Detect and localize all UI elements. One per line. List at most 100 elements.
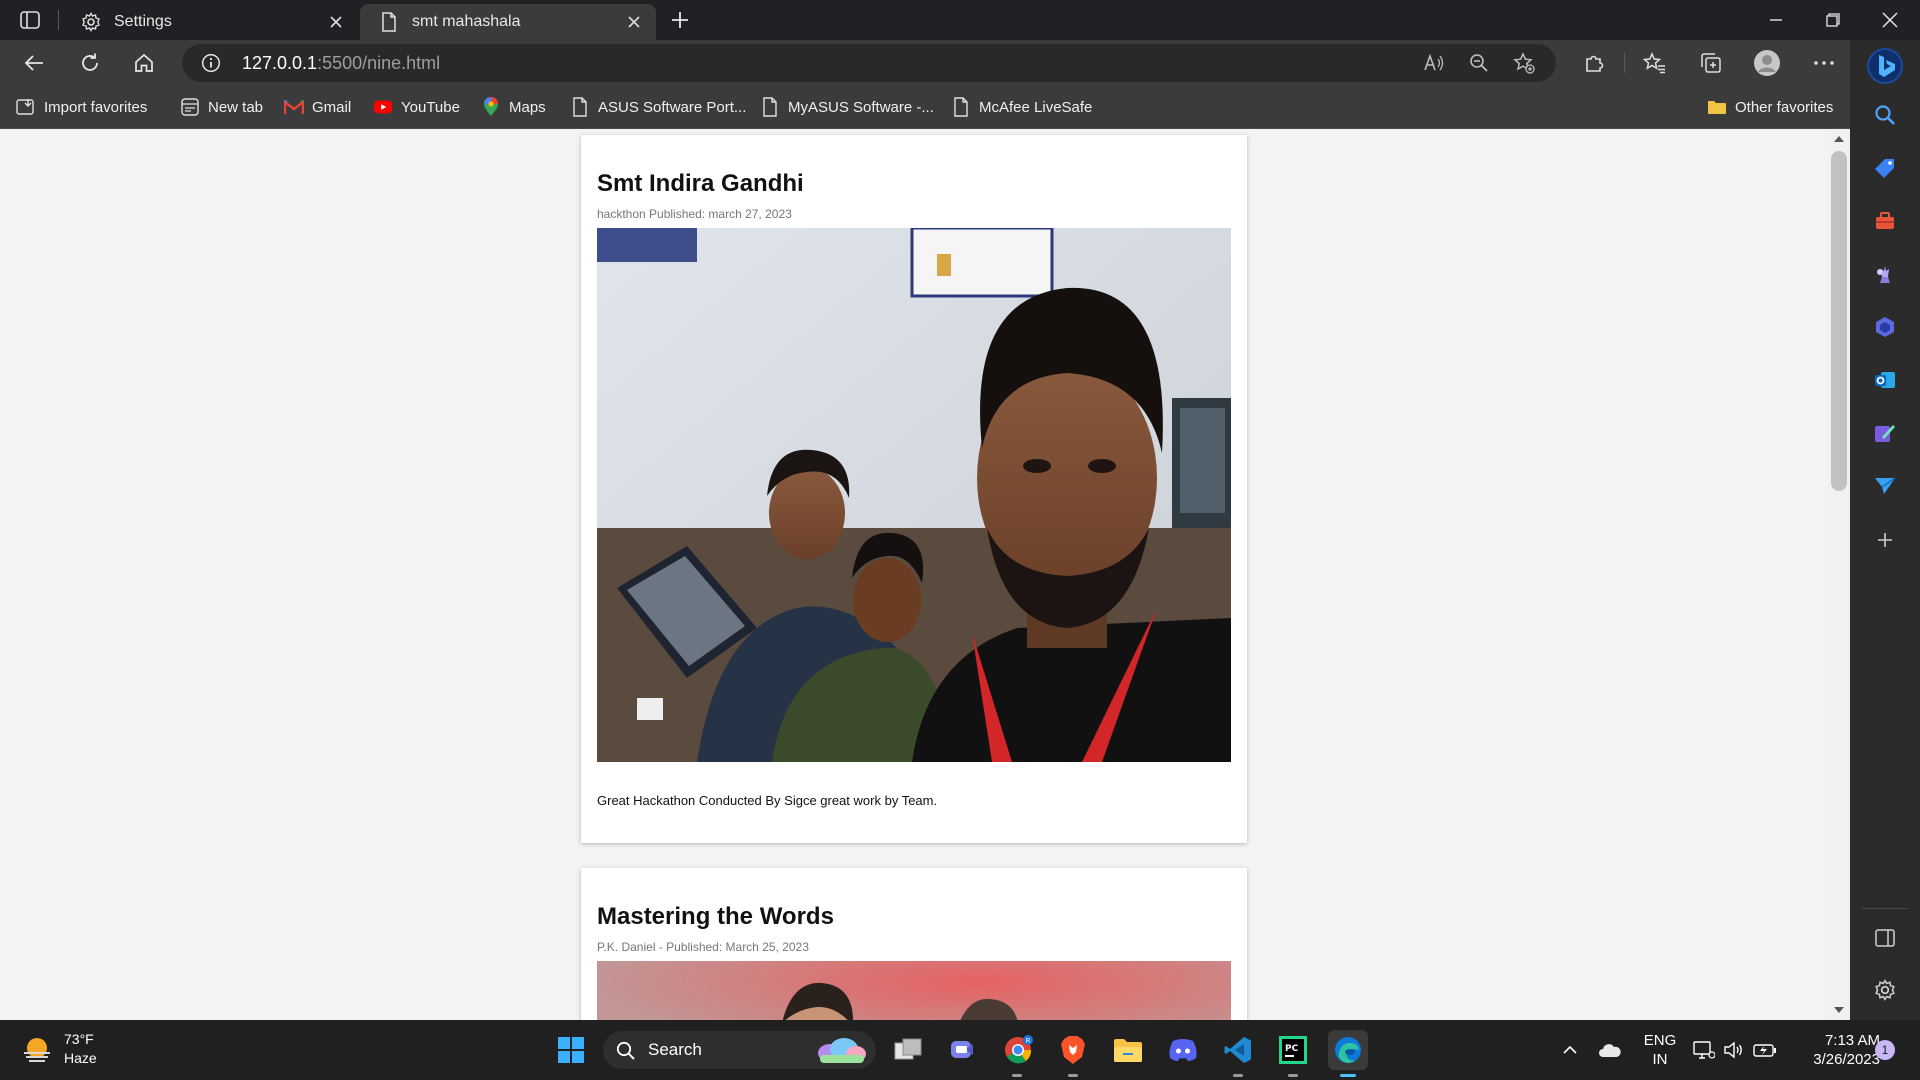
favorite-gmail[interactable]: Gmail	[284, 94, 351, 120]
post-meta: P.K. Daniel - Published: March 25, 2023	[597, 940, 809, 954]
collections-icon[interactable]	[1697, 49, 1725, 77]
chevron-up-icon[interactable]	[1550, 1030, 1590, 1070]
favorite-asus-portal[interactable]: ASUS Software Port...	[570, 94, 746, 120]
discord-icon[interactable]	[1163, 1030, 1203, 1070]
home-icon[interactable]	[128, 47, 160, 79]
gear-icon	[80, 11, 102, 33]
favorites-icon[interactable]	[1641, 49, 1669, 77]
shopping-tag-icon[interactable]	[1865, 148, 1905, 188]
close-window-icon[interactable]	[1870, 6, 1910, 34]
hide-sidebar-icon[interactable]	[1865, 918, 1905, 958]
favorite-new-tab[interactable]: New tab	[180, 94, 263, 120]
weather-widget[interactable]: 73°F Haze	[20, 1029, 140, 1071]
chrome-icon[interactable]: R	[998, 1030, 1038, 1070]
task-view-icon[interactable]	[888, 1030, 928, 1070]
post-title: Smt Indira Gandhi	[597, 170, 804, 197]
favorite-label: Import favorites	[44, 98, 148, 116]
favorite-other[interactable]: Other favorites	[1707, 94, 1833, 120]
url-text[interactable]: 127.0.0.1:5500/nine.html	[242, 53, 440, 74]
office-icon[interactable]	[1865, 307, 1905, 347]
page-icon	[378, 11, 400, 33]
post-photo	[597, 961, 1231, 1020]
tab-strip: Settings smt mahashala	[0, 0, 1920, 40]
search-icon[interactable]	[1865, 95, 1905, 135]
edge-icon[interactable]	[1328, 1030, 1368, 1070]
restore-icon[interactable]	[1813, 6, 1853, 34]
newtab-icon	[180, 97, 200, 117]
page-viewport: Smt Indira Gandhi hackthon Published: ma…	[0, 129, 1828, 1020]
zoom-out-icon[interactable]	[1467, 51, 1491, 75]
teams-chat-icon[interactable]	[943, 1030, 983, 1070]
blog-post: Smt Indira Gandhi hackthon Published: ma…	[581, 135, 1247, 843]
post-meta: hackthon Published: march 27, 2023	[597, 207, 792, 221]
designer-icon[interactable]	[1865, 413, 1905, 453]
search-icon	[615, 1040, 637, 1062]
more-options-icon[interactable]	[1810, 49, 1838, 77]
taskbar-search[interactable]: Search	[603, 1031, 876, 1069]
language-indicator[interactable]: ENG IN	[1640, 1031, 1680, 1069]
add-icon[interactable]	[1865, 520, 1905, 560]
file-explorer-icon[interactable]	[1108, 1030, 1148, 1070]
url-host: 127.0.0.1	[242, 53, 318, 73]
pycharm-icon[interactable]: PC	[1273, 1030, 1313, 1070]
bing-chat-icon[interactable]	[1863, 44, 1907, 88]
clock[interactable]: 7:13 AM 3/26/2023	[1790, 1031, 1880, 1069]
windows-taskbar: 73°F Haze Search R PC ENG IN 7:13 AM 3/2…	[0, 1020, 1920, 1080]
extensions-icon[interactable]	[1580, 49, 1608, 77]
close-icon[interactable]	[622, 10, 646, 34]
back-icon[interactable]	[18, 47, 50, 79]
tab-settings[interactable]: Settings	[62, 4, 358, 40]
tab-actions-icon[interactable]	[16, 8, 44, 32]
maps-icon	[481, 97, 501, 117]
add-favorite-icon[interactable]	[1512, 51, 1536, 75]
vscode-icon[interactable]	[1218, 1030, 1258, 1070]
favorite-maps[interactable]: Maps	[481, 94, 546, 120]
youtube-icon	[373, 97, 393, 117]
favorite-label: Other favorites	[1735, 98, 1834, 116]
new-tab-icon[interactable]	[666, 6, 694, 34]
favorite-myasus[interactable]: MyASUS Software -...	[760, 94, 934, 120]
minimize-icon[interactable]	[1756, 6, 1796, 34]
scroll-thumb[interactable]	[1831, 151, 1847, 491]
clock-date: 3/26/2023	[1813, 1051, 1880, 1068]
search-label: Search	[648, 1040, 702, 1059]
favorite-label: MyASUS Software -...	[788, 98, 934, 116]
outlook-icon[interactable]	[1865, 360, 1905, 400]
favorite-label: YouTube	[401, 98, 460, 116]
notification-badge[interactable]: 1	[1875, 1040, 1895, 1060]
weather-condition: Haze	[64, 1050, 97, 1066]
import-icon	[16, 97, 36, 117]
page-icon	[951, 97, 971, 117]
address-bar[interactable]: 127.0.0.1:5500/nine.html	[182, 44, 1556, 82]
tools-icon[interactable]	[1865, 201, 1905, 241]
svg-text:R: R	[1026, 1037, 1031, 1045]
profile-avatar-icon[interactable]	[1751, 47, 1783, 79]
clock-time: 7:13 AM	[1824, 1032, 1880, 1049]
haze-sun-icon	[20, 1033, 54, 1067]
start-button-icon[interactable]	[551, 1030, 591, 1070]
tab-smt-mahashala[interactable]: smt mahashala	[360, 4, 656, 40]
folder-icon	[1707, 97, 1727, 117]
battery-icon[interactable]	[1745, 1030, 1785, 1070]
url-path: :5500/nine.html	[317, 53, 441, 73]
post-title: Mastering the Words	[597, 903, 834, 930]
post-photo	[597, 228, 1231, 762]
brave-icon[interactable]	[1053, 1030, 1093, 1070]
onedrive-icon[interactable]	[1590, 1030, 1630, 1070]
favorite-label: New tab	[208, 98, 264, 116]
info-icon[interactable]	[200, 52, 222, 74]
close-icon[interactable]	[324, 10, 348, 34]
search-highlight-icon	[813, 1034, 869, 1066]
blog-post: Mastering the Words P.K. Daniel - Publis…	[581, 868, 1247, 1020]
read-aloud-icon[interactable]	[1422, 51, 1446, 75]
favorite-import[interactable]: Import favorites	[16, 94, 147, 120]
favorite-youtube[interactable]: YouTube	[373, 94, 460, 120]
send-icon[interactable]	[1865, 466, 1905, 506]
games-icon[interactable]	[1865, 254, 1905, 294]
notification-count: 1	[1881, 1043, 1889, 1057]
language-line1: ENG	[1643, 1032, 1677, 1049]
edge-sidebar	[1850, 40, 1920, 1020]
sidebar-settings-icon[interactable]	[1865, 970, 1905, 1010]
refresh-icon[interactable]	[74, 47, 106, 79]
favorite-mcafee[interactable]: McAfee LiveSafe	[951, 94, 1092, 120]
